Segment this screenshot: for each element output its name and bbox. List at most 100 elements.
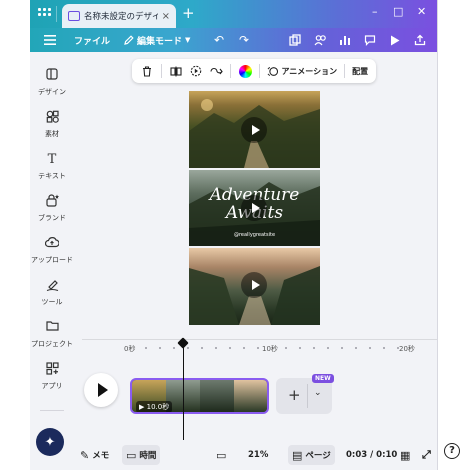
redo-icon[interactable]: ↷	[236, 32, 252, 48]
timer-label: 時間	[139, 451, 157, 461]
timer-button[interactable]: ▭ 時間	[122, 445, 161, 465]
comment-icon[interactable]	[362, 32, 378, 48]
present-play-icon[interactable]	[387, 32, 403, 48]
timeline-clip[interactable]: ▶ 10.0秒	[130, 378, 269, 414]
grid-view-icon[interactable]: ▦	[400, 445, 410, 465]
timeline-tick-dot	[313, 347, 315, 349]
help-icon[interactable]: ?	[444, 443, 460, 459]
color-picker-button[interactable]	[236, 62, 254, 80]
divider	[307, 384, 308, 408]
sidebar-item-projects[interactable]: プロジェクト	[30, 320, 74, 349]
chevron-down-icon: ▼	[185, 36, 191, 44]
timeline-tick-dot	[369, 347, 371, 349]
close-window-button[interactable]: ✕	[417, 4, 426, 20]
file-menu-button[interactable]: ファイル	[74, 28, 110, 52]
new-badge: NEW	[312, 374, 334, 383]
notes-icon: ✎	[80, 448, 90, 462]
time-readout: 0:03 / 0:10	[346, 445, 397, 465]
split-clip-icon[interactable]	[167, 62, 185, 80]
playback-icon[interactable]	[187, 62, 205, 80]
brand-icon	[30, 194, 74, 210]
pages-button[interactable]: ▤ ページ	[288, 445, 335, 465]
trash-icon[interactable]	[138, 62, 156, 80]
sidebar-item-label: デザイン	[38, 88, 66, 96]
draw-icon	[30, 278, 74, 294]
pencil-icon	[124, 35, 134, 45]
sidebar-item-label: プロジェクト	[31, 340, 73, 348]
sidebar-item-text[interactable]: T テキスト	[30, 152, 74, 181]
apps-grid-icon[interactable]	[38, 8, 52, 20]
timeline-tick-label: 0秒	[124, 345, 136, 353]
tab-close-button[interactable]: ×	[162, 11, 170, 22]
animation-label: アニメーション	[281, 66, 338, 76]
browser-tab-bar: 名称未設定のデザイ... × + – □ ✕	[30, 0, 437, 28]
play-video-button[interactable]	[241, 195, 267, 221]
menu-icon[interactable]	[42, 32, 58, 48]
divider	[40, 410, 64, 411]
upload-icon	[30, 236, 74, 252]
divider	[56, 6, 57, 22]
file-menu-label: ファイル	[74, 36, 111, 47]
position-button[interactable]: 配置	[350, 62, 370, 80]
divider	[230, 64, 231, 78]
sidebar-item-tools[interactable]: ツール	[30, 278, 74, 307]
transition-icon[interactable]	[207, 62, 225, 80]
sidebar-item-elements[interactable]: 素材	[30, 110, 74, 139]
canvas-page-3[interactable]	[189, 248, 320, 325]
play-video-button[interactable]	[241, 117, 267, 143]
text-icon: T	[47, 152, 57, 167]
color-wheel-icon	[238, 64, 252, 78]
tab-title: 名称未設定のデザイ...	[84, 12, 158, 22]
resize-icon[interactable]	[287, 32, 303, 48]
sidebar-item-label: アプリ	[41, 382, 63, 390]
share-upload-icon[interactable]	[412, 32, 428, 48]
sidebar-item-label: 素材	[45, 130, 59, 138]
sidebar-item-uploads[interactable]: アップロード	[30, 236, 74, 265]
timeline-tick-dot	[145, 347, 147, 349]
timeline-play-button[interactable]	[84, 373, 118, 407]
page-handle-text: @reallygreatsite	[233, 232, 276, 238]
sidebar-item-label: ブランド	[38, 214, 66, 222]
sidebar-item-brand[interactable]: ブランド	[30, 194, 74, 223]
timeline-divider	[82, 339, 437, 340]
sidebar-item-label: テキスト	[38, 172, 66, 180]
sidebar-item-apps[interactable]: アプリ	[30, 362, 74, 391]
play-video-button[interactable]	[241, 272, 267, 298]
minimize-button[interactable]: –	[372, 4, 378, 20]
animation-button[interactable]: アニメーション	[265, 62, 339, 80]
chevron-down-icon[interactable]: ⌄	[314, 388, 322, 398]
divider	[161, 64, 162, 78]
sidebar-item-label: ツール	[41, 298, 63, 306]
fullscreen-icon[interactable]: ⤢	[422, 445, 431, 465]
position-label: 配置	[352, 66, 369, 76]
playhead-line[interactable]	[183, 344, 184, 440]
video-icon	[68, 11, 80, 21]
insights-chart-icon[interactable]	[337, 32, 353, 48]
time-readout-value: 0:03 / 0:10	[346, 450, 398, 460]
timeline-tick-dot	[243, 347, 245, 349]
zoom-slider-toggle[interactable]: ▭	[216, 445, 226, 465]
undo-icon[interactable]: ↶	[211, 32, 227, 48]
main-toolbar: ファイル 編集モード ▼ ↶ ↷	[30, 28, 437, 52]
clip-thumbnail	[234, 380, 267, 412]
timeline-tick-dot	[397, 347, 399, 349]
zoom-level[interactable]: 21%	[248, 445, 268, 465]
timeline-tick-dot	[327, 347, 329, 349]
timeline-tick-dot	[383, 347, 385, 349]
add-clip-button[interactable]: + ⌄	[276, 378, 332, 414]
footer-bar: ✎ メモ ▭ 時間 ▭ 21% ▤ ページ 0:03 / 0:10 ▦ ⤢	[74, 440, 437, 470]
sidebar-item-design[interactable]: デザイン	[30, 68, 74, 97]
canvas-page-2[interactable]: Adventure Awaits @reallygreatsite	[189, 170, 320, 246]
tab-design[interactable]: 名称未設定のデザイ... ×	[62, 4, 176, 28]
timeline-icon: ▭	[126, 448, 137, 462]
notes-button[interactable]: ✎ メモ	[80, 445, 109, 465]
canvas-page-1[interactable]	[189, 91, 320, 168]
timeline-tick-dot	[299, 347, 301, 349]
magic-assistant-button[interactable]: ✦	[36, 428, 64, 456]
video-icon: ▶	[139, 403, 145, 411]
share-people-icon[interactable]	[312, 32, 328, 48]
pages-label: ページ	[305, 451, 331, 461]
add-tab-button[interactable]: +	[182, 5, 195, 21]
maximize-button[interactable]: □	[393, 4, 403, 20]
edit-mode-button[interactable]: 編集モード ▼	[124, 28, 190, 52]
